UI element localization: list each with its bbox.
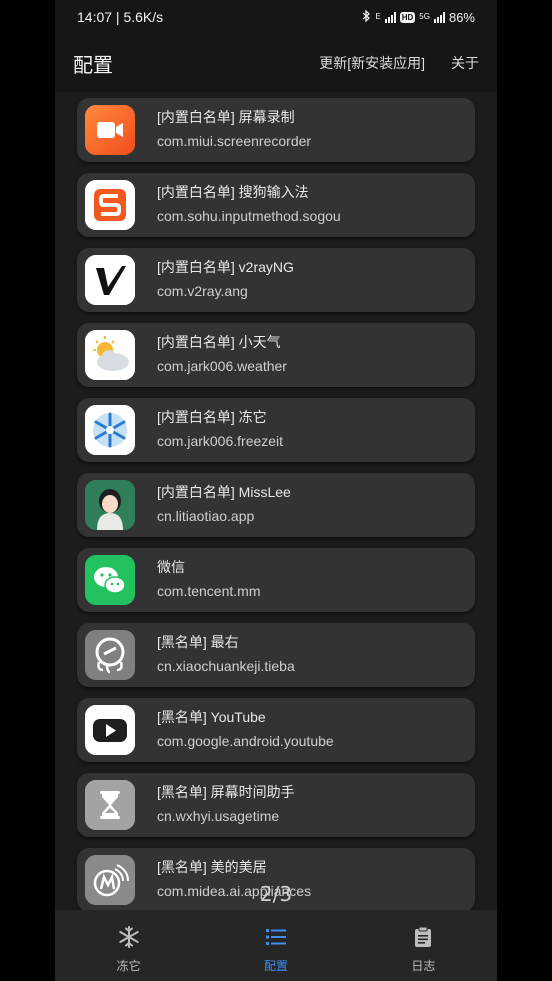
nav-config[interactable]: 配置 bbox=[202, 910, 349, 981]
app-list-item[interactable]: [黑名单] YouTube com.google.android.youtube bbox=[77, 698, 475, 762]
clipboard-icon bbox=[411, 925, 435, 954]
app-package: com.google.android.youtube bbox=[157, 733, 334, 749]
signal-5g-icon bbox=[433, 11, 445, 23]
app-list-item[interactable]: [内置白名单] 冻它 com.jark006.freezeit bbox=[77, 398, 475, 462]
bluetooth-icon bbox=[362, 8, 371, 25]
nav-freeze-label: 冻它 bbox=[116, 959, 141, 973]
status-time-speed: 14:07 | 5.6K/s bbox=[77, 9, 164, 25]
snowflake-icon bbox=[117, 925, 141, 954]
about-button[interactable]: 关于 bbox=[451, 53, 479, 73]
page-indicator: 2/3 bbox=[259, 882, 293, 906]
app-name: [黑名单] 美的美居 bbox=[157, 859, 267, 875]
v2ray-icon bbox=[85, 255, 135, 305]
app-name: [内置白名单] MissLee bbox=[157, 484, 291, 500]
status-bar: 14:07 | 5.6K/s E HD 5G 86% bbox=[55, 0, 497, 34]
app-list-item[interactable]: [内置白名单] v2rayNG com.v2ray.ang bbox=[77, 248, 475, 312]
wechat-icon bbox=[85, 555, 135, 605]
app-name: [黑名单] YouTube bbox=[157, 709, 266, 725]
app-list-item[interactable]: 微信 com.tencent.mm bbox=[77, 548, 475, 612]
page-title: 配置 bbox=[73, 54, 113, 77]
app-package: com.jark006.weather bbox=[157, 358, 287, 374]
girl-avatar-icon bbox=[85, 480, 135, 530]
zuiyou-icon bbox=[85, 630, 135, 680]
hourglass-icon bbox=[85, 780, 135, 830]
app-name: 微信 bbox=[157, 559, 185, 575]
app-package: com.miui.screenrecorder bbox=[157, 133, 312, 149]
screen-recorder-icon bbox=[85, 105, 135, 155]
signal-icon bbox=[384, 11, 396, 23]
app-package: com.v2ray.ang bbox=[157, 283, 248, 299]
net-type-label: E bbox=[375, 11, 381, 21]
nav-log-label: 日志 bbox=[411, 959, 436, 973]
app-name: [内置白名单] 小天气 bbox=[157, 334, 281, 350]
app-package: com.jark006.freezeit bbox=[157, 433, 284, 449]
status-icons: E HD 5G 86% bbox=[362, 8, 475, 25]
bottom-navigation: 冻它 配置 日志 bbox=[55, 910, 497, 981]
app-name: [内置白名单] 搜狗输入法 bbox=[157, 184, 309, 200]
app-list-item[interactable]: [内置白名单] 小天气 com.jark006.weather bbox=[77, 323, 475, 387]
nav-config-label: 配置 bbox=[263, 959, 288, 973]
update-new-apps-button[interactable]: 更新[新安装应用] bbox=[319, 53, 425, 73]
app-name: [黑名单] 屏幕时间助手 bbox=[157, 784, 295, 800]
weather-icon bbox=[85, 330, 135, 380]
net5g-label: 5G bbox=[419, 11, 430, 21]
nav-freeze[interactable]: 冻它 bbox=[55, 910, 202, 981]
snowflake-icon bbox=[85, 405, 135, 455]
app-name: [黑名单] 最右 bbox=[157, 634, 239, 650]
app-list-item[interactable]: [内置白名单] 屏幕录制 com.miui.screenrecorder bbox=[77, 98, 475, 162]
app-list[interactable]: [内置白名单] 屏幕录制 com.miui.screenrecorder [内置… bbox=[55, 92, 497, 910]
hd-icon: HD bbox=[399, 11, 416, 23]
app-list-item[interactable]: [黑名单] 最右 cn.xiaochuankeji.tieba bbox=[77, 623, 475, 687]
app-package: cn.wxhyi.usagetime bbox=[157, 808, 280, 824]
app-list-item[interactable]: [黑名单] 屏幕时间助手 cn.wxhyi.usagetime bbox=[77, 773, 475, 837]
app-name: [内置白名单] v2rayNG bbox=[157, 259, 294, 275]
app-bar: 配置 更新[新安装应用] 关于 bbox=[55, 34, 497, 92]
app-package: cn.xiaochuankeji.tieba bbox=[157, 658, 295, 674]
nav-log[interactable]: 日志 bbox=[350, 910, 497, 981]
app-package: cn.litiaotiao.app bbox=[157, 508, 255, 524]
app-list-item[interactable]: [内置白名单] 搜狗输入法 com.sohu.inputmethod.sogou bbox=[77, 173, 475, 237]
battery-text: 86% bbox=[448, 9, 475, 25]
app-package: com.sohu.inputmethod.sogou bbox=[157, 208, 341, 224]
app-name: [内置白名单] 冻它 bbox=[157, 409, 267, 425]
app-package: com.tencent.mm bbox=[157, 583, 261, 599]
app-list-item[interactable]: [内置白名单] MissLee cn.litiaotiao.app bbox=[77, 473, 475, 537]
phone-screen: 14:07 | 5.6K/s E HD 5G 86% 配置 更新[新安装应用] … bbox=[55, 0, 497, 981]
youtube-icon bbox=[85, 705, 135, 755]
sogou-icon bbox=[85, 180, 135, 230]
app-name: [内置白名单] 屏幕录制 bbox=[157, 109, 295, 125]
list-icon bbox=[264, 925, 288, 954]
